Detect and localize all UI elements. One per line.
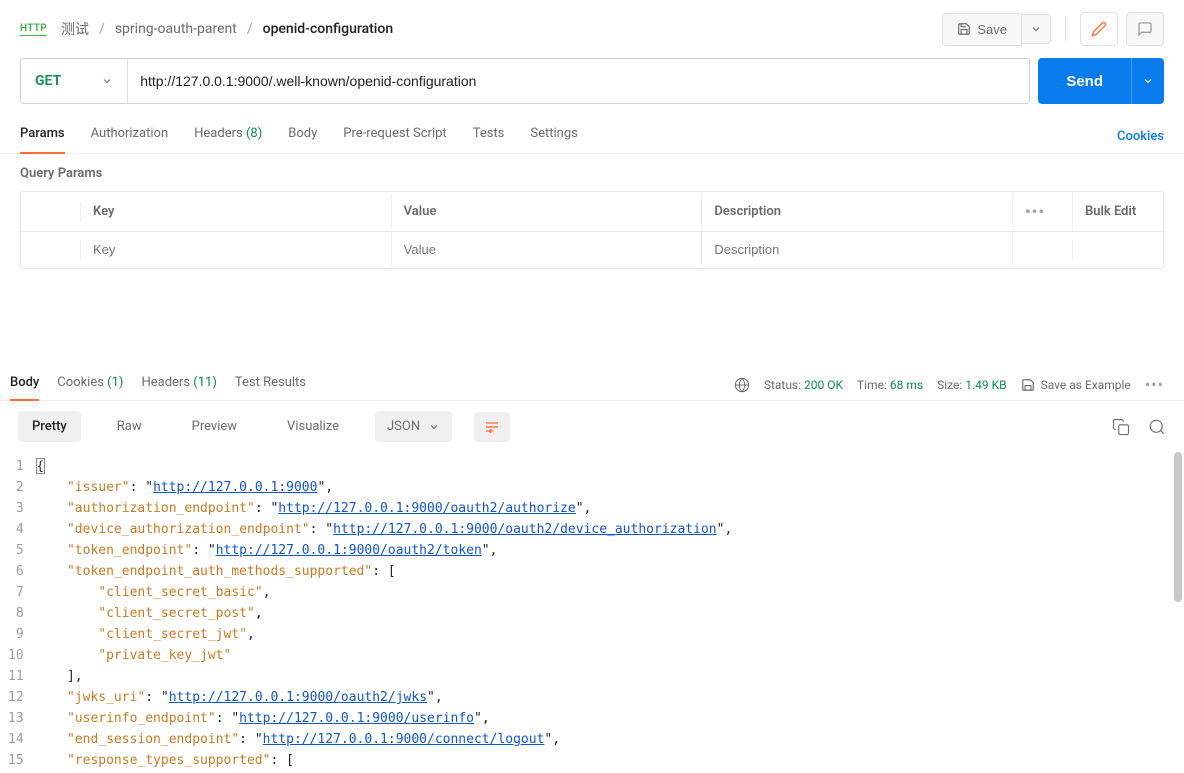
save-as-example[interactable]: Save as Example <box>1021 378 1131 392</box>
chevron-down-icon <box>1030 23 1042 35</box>
save-example-label: Save as Example <box>1041 378 1131 392</box>
time-meta: Time: 68 ms <box>857 378 923 392</box>
tab-body[interactable]: Body <box>288 120 317 153</box>
top-bar: HTTP 测试 / spring-oauth-parent / openid-c… <box>0 0 1184 58</box>
breadcrumb: 测试 / spring-oauth-parent / openid-config… <box>61 19 393 39</box>
cookies-link[interactable]: Cookies <box>1117 129 1164 144</box>
send-dropdown[interactable] <box>1131 58 1164 104</box>
copy-icon[interactable] <box>1112 418 1130 436</box>
edit-button[interactable] <box>1080 12 1118 46</box>
save-label: Save <box>977 22 1007 37</box>
query-params-title: Query Params <box>0 154 1184 191</box>
search-icon[interactable] <box>1148 418 1166 436</box>
breadcrumb-path[interactable]: spring-oauth-parent <box>115 21 237 37</box>
send-button[interactable]: Send <box>1038 58 1131 104</box>
tab-headers-label: Headers <box>194 126 243 141</box>
tab-headers[interactable]: Headers (8) <box>194 120 262 153</box>
pencil-icon <box>1091 21 1107 37</box>
save-icon <box>957 22 971 36</box>
chevron-down-icon <box>101 75 113 87</box>
status-meta: Status: 200 OK <box>764 378 843 392</box>
response-more[interactable]: ••• <box>1145 375 1164 394</box>
scrollbar-thumb[interactable] <box>1174 452 1182 602</box>
breadcrumb-sep: / <box>247 21 253 37</box>
breadcrumb-sep: / <box>99 21 105 37</box>
method-label: GET <box>35 73 61 89</box>
resp-tab-body[interactable]: Body <box>10 369 39 400</box>
wrap-lines-button[interactable] <box>474 412 510 442</box>
resp-tab-headers[interactable]: Headers (11) <box>141 369 216 400</box>
response-meta: Status: 200 OK Time: 68 ms Size: 1.49 KB… <box>734 375 1164 394</box>
language-select[interactable]: JSON <box>375 411 452 442</box>
tab-authorization[interactable]: Authorization <box>91 120 169 153</box>
format-bar: Pretty Raw Preview Visualize JSON <box>0 401 1184 452</box>
code-content[interactable]: { "issuer": "http://127.0.0.1:9000", "au… <box>36 452 1174 772</box>
response-body[interactable]: 123456789101112131415 { "issuer": "http:… <box>0 452 1184 772</box>
resp-cookies-label: Cookies <box>57 375 104 390</box>
comment-icon <box>1137 21 1153 37</box>
url-input[interactable] <box>128 59 1029 103</box>
tab-settings[interactable]: Settings <box>530 120 577 153</box>
language-label: JSON <box>387 419 420 434</box>
col-desc: Description <box>702 194 1013 229</box>
url-row: GET Send <box>0 58 1184 104</box>
save-icon <box>1021 378 1035 392</box>
params-table: Key Value Description ••• Bulk Edit <box>20 191 1164 269</box>
scrollbar[interactable] <box>1172 452 1182 772</box>
http-badge: HTTP <box>20 23 47 36</box>
save-button[interactable]: Save <box>942 13 1022 46</box>
tab-headers-count: (8) <box>246 126 262 141</box>
fmt-raw[interactable]: Raw <box>103 411 156 442</box>
divider <box>1065 17 1066 41</box>
chevron-down-icon <box>1142 75 1154 87</box>
tab-params[interactable]: Params <box>20 120 65 153</box>
chevron-down-icon <box>428 421 440 433</box>
resp-tab-tests[interactable]: Test Results <box>235 369 306 400</box>
key-input[interactable] <box>93 242 379 257</box>
params-input-row <box>21 232 1163 268</box>
fmt-preview[interactable]: Preview <box>178 411 251 442</box>
request-tabs: Params Authorization Headers (8) Body Pr… <box>0 104 1184 154</box>
breadcrumb-root[interactable]: 测试 <box>61 19 89 39</box>
value-input[interactable] <box>404 242 690 257</box>
resp-headers-count: (11) <box>193 375 217 390</box>
tab-prerequest[interactable]: Pre-request Script <box>343 120 446 153</box>
url-input-wrap: GET <box>20 58 1030 104</box>
globe-icon[interactable] <box>734 377 750 393</box>
tab-tests[interactable]: Tests <box>473 120 505 153</box>
params-header-row: Key Value Description ••• Bulk Edit <box>21 192 1163 232</box>
more-columns[interactable]: ••• <box>1013 192 1073 231</box>
wrap-icon <box>484 420 500 434</box>
fmt-visualize[interactable]: Visualize <box>273 411 353 442</box>
resp-tab-cookies[interactable]: Cookies (1) <box>57 369 123 400</box>
send-wrap: Send <box>1038 58 1164 104</box>
method-select[interactable]: GET <box>21 59 128 103</box>
save-dropdown[interactable] <box>1022 14 1051 44</box>
fmt-pretty[interactable]: Pretty <box>18 411 81 442</box>
bulk-edit-link[interactable]: Bulk Edit <box>1073 194 1163 229</box>
breadcrumb-current[interactable]: openid-configuration <box>263 21 393 37</box>
response-tabs: Body Cookies (1) Headers (11) Test Resul… <box>0 359 1184 401</box>
line-gutter: 123456789101112131415 <box>0 452 36 772</box>
col-key: Key <box>81 194 392 229</box>
resp-cookies-count: (1) <box>107 375 123 390</box>
comment-button[interactable] <box>1126 12 1164 46</box>
desc-input[interactable] <box>714 242 1000 257</box>
save-group: Save <box>942 13 1051 46</box>
col-value: Value <box>392 194 703 229</box>
size-meta: Size: 1.49 KB <box>937 378 1007 392</box>
resp-headers-label: Headers <box>141 375 190 390</box>
